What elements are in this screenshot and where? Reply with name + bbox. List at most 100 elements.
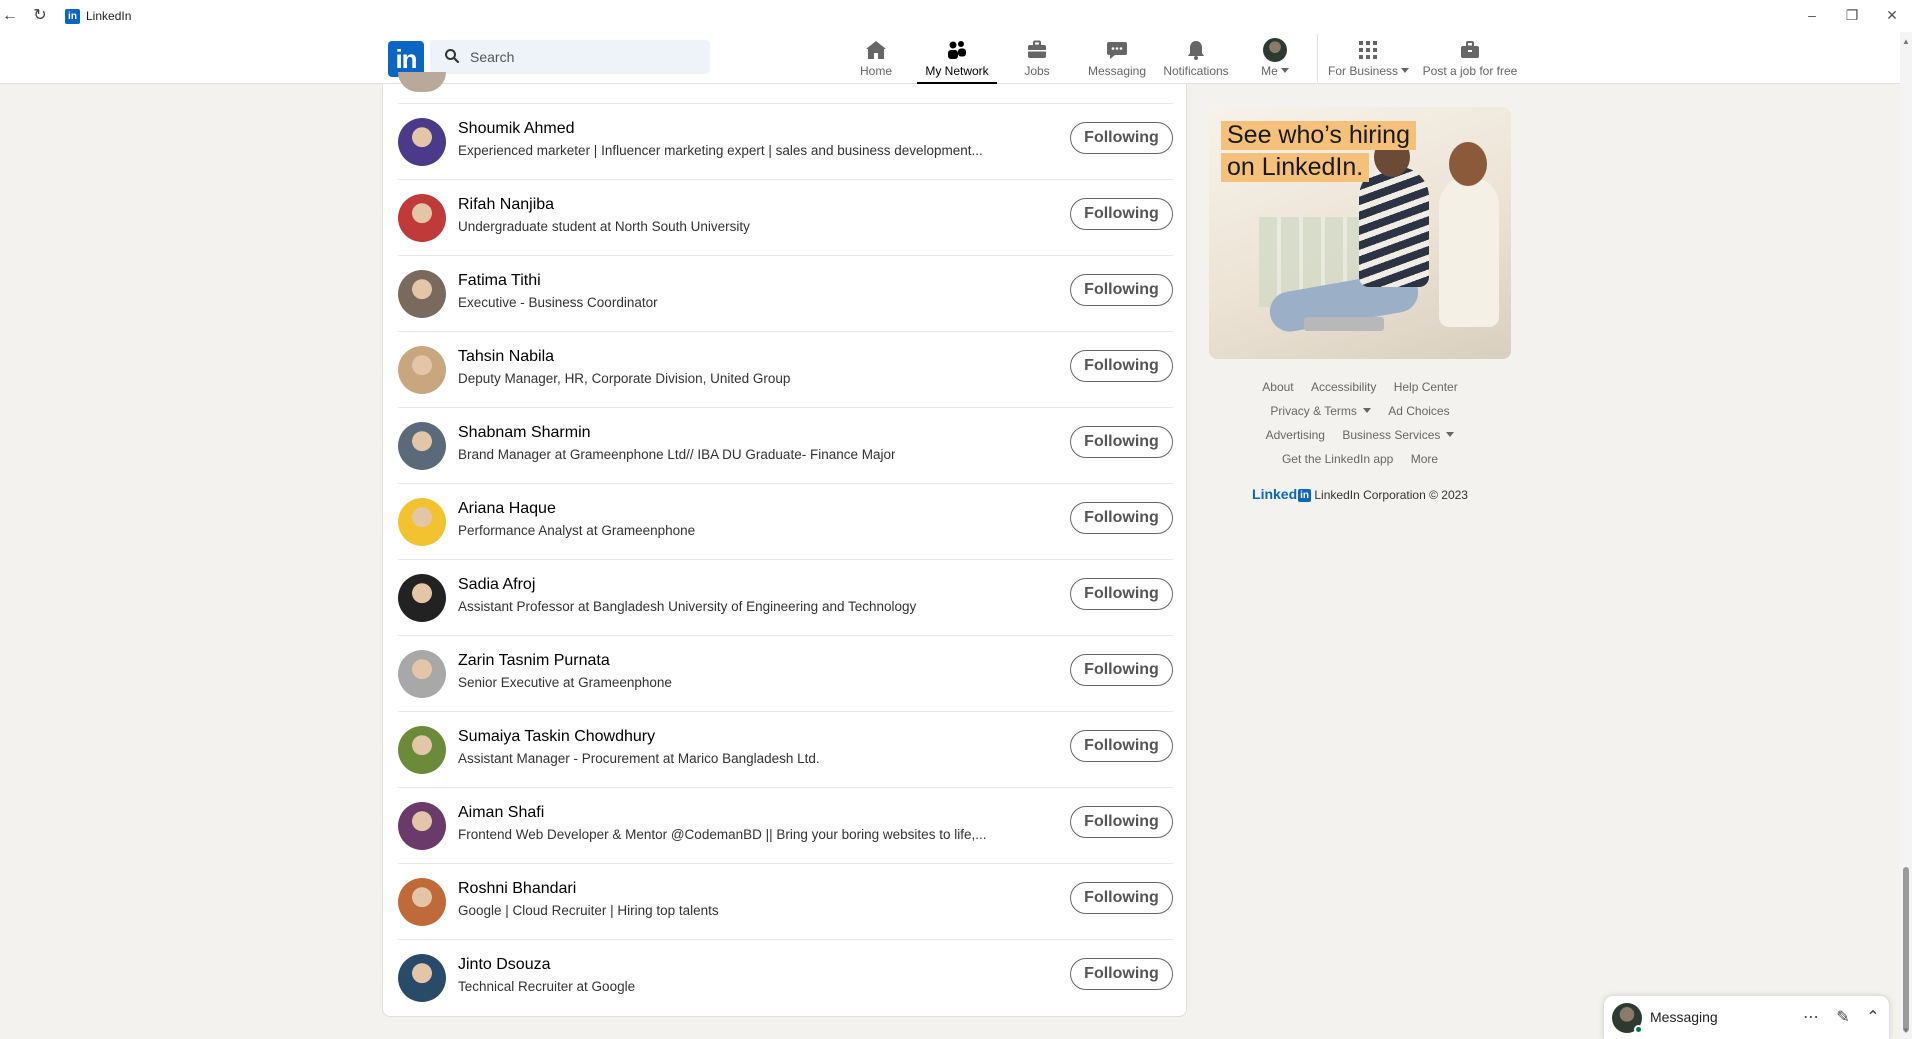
minimize-icon[interactable]: –: [1797, 4, 1827, 26]
footer-link-accessibility[interactable]: Accessibility: [1311, 380, 1376, 394]
following-button[interactable]: Following: [1070, 502, 1173, 534]
footer-link-privacy-terms[interactable]: Privacy & Terms: [1270, 404, 1371, 418]
list-item[interactable]: Fatima Tithi Executive - Business Coordin…: [398, 255, 1173, 331]
following-button[interactable]: Following: [1070, 274, 1173, 306]
nav-home[interactable]: Home: [857, 36, 895, 84]
person-name[interactable]: Sumaiya Taskin Chowdhury: [458, 728, 655, 746]
avatar[interactable]: [398, 878, 446, 926]
footer-link-about[interactable]: About: [1262, 380, 1293, 394]
nav-jobs[interactable]: Jobs: [1019, 36, 1055, 84]
scrollbar-thumb[interactable]: [1903, 867, 1909, 1032]
scroll-up-icon[interactable]: ▲: [1902, 38, 1910, 46]
person-name[interactable]: Zarin Tasnim Purnata: [458, 652, 610, 670]
list-item[interactable]: Jinto Dsouza Technical Recruiter at Googl…: [398, 939, 1173, 1015]
search-box[interactable]: [430, 40, 710, 74]
following-button[interactable]: Following: [1070, 958, 1173, 990]
chevron-up-icon[interactable]: ⌃: [1862, 1007, 1884, 1029]
nav-my-network-label: My Network: [925, 64, 989, 78]
nav-me-label: Me: [1257, 64, 1293, 78]
person-name[interactable]: Aiman Shafi: [458, 804, 544, 822]
following-button[interactable]: Following: [1070, 882, 1173, 914]
list-item[interactable]: Shabnam Sharmin Brand Manager at Grameenp…: [398, 407, 1173, 483]
person-name[interactable]: Jinto Dsouza: [458, 956, 551, 974]
nav-me[interactable]: Me: [1257, 36, 1293, 84]
search-input[interactable]: [470, 40, 700, 74]
restore-icon[interactable]: ❐: [1837, 4, 1867, 26]
scroll-down-icon[interactable]: ▼: [1902, 1027, 1910, 1035]
list-item[interactable]: Rifah Nanjiba Undergraduate student at No…: [398, 179, 1173, 255]
following-button[interactable]: Following: [1070, 350, 1173, 382]
copyright-row: Linked in LinkedIn Corporation © 2023: [1209, 486, 1511, 502]
business-services-text: Business Services: [1342, 428, 1441, 442]
copyright-text: LinkedIn Corporation © 2023: [1314, 488, 1468, 502]
person-name[interactable]: Sadia Afroj: [458, 576, 535, 594]
footer-row: Privacy & Terms Ad Choices: [1209, 402, 1511, 426]
person-name[interactable]: Ariana Haque: [458, 500, 556, 518]
footer-link-advertising[interactable]: Advertising: [1266, 428, 1325, 442]
following-button[interactable]: Following: [1070, 578, 1173, 610]
following-button[interactable]: Following: [1070, 730, 1173, 762]
person-name[interactable]: Roshni Bhandari: [458, 880, 576, 898]
nav-my-network[interactable]: My Network: [917, 36, 997, 84]
hiring-ad-banner[interactable]: See who’s hiring on LinkedIn.: [1209, 107, 1511, 359]
refresh-icon[interactable]: ↻: [30, 6, 50, 26]
footer-link-ad-choices[interactable]: Ad Choices: [1388, 404, 1449, 418]
list-item[interactable]: Sumaiya Taskin Chowdhury Assistant Manage…: [398, 711, 1173, 787]
avatar[interactable]: [398, 802, 446, 850]
list-item[interactable]: Tahsin Nabila Deputy Manager, HR, Corpora…: [398, 331, 1173, 407]
home-icon: [866, 41, 886, 59]
avatar[interactable]: [398, 270, 446, 318]
list-item[interactable]: Roshni Bhandari Google | Cloud Recruiter …: [398, 863, 1173, 939]
page-scrollbar[interactable]: ▲ ▼: [1900, 32, 1912, 1039]
avatar[interactable]: [398, 650, 446, 698]
avatar[interactable]: [398, 498, 446, 546]
messaging-overlay-bar[interactable]: Messaging ⋯ ✎ ⌃: [1603, 995, 1890, 1039]
nav-post-job-label: Post a job for free: [1422, 64, 1518, 78]
nav-for-business[interactable]: For Business: [1328, 36, 1410, 84]
list-item[interactable]: Shoumik Ahmed Experienced marketer | Infl…: [398, 103, 1173, 179]
previous-avatar-partial: [398, 72, 446, 92]
ad-laptop-graphic: [1304, 317, 1384, 331]
linkedin-wordmark: Linked in: [1252, 486, 1312, 502]
following-button[interactable]: Following: [1070, 806, 1173, 838]
nav-post-job[interactable]: Post a job for free: [1420, 36, 1520, 84]
wordmark-text: Linked: [1252, 486, 1298, 502]
list-item[interactable]: Aiman Shafi Frontend Web Developer & Ment…: [398, 787, 1173, 863]
ad-headline-line1: See who’s hiring: [1221, 121, 1416, 150]
following-button[interactable]: Following: [1070, 426, 1173, 458]
following-button[interactable]: Following: [1070, 198, 1173, 230]
nav-notifications[interactable]: Notifications: [1161, 36, 1231, 84]
compose-icon[interactable]: ✎: [1832, 1007, 1854, 1029]
person-name[interactable]: Shabnam Sharmin: [458, 424, 591, 442]
network-icon: [948, 41, 966, 59]
avatar[interactable]: [398, 954, 446, 1002]
footer-link-more[interactable]: More: [1411, 452, 1438, 466]
nav-notifications-label: Notifications: [1163, 64, 1229, 78]
person-name[interactable]: Tahsin Nabila: [458, 348, 554, 366]
avatar[interactable]: [398, 574, 446, 622]
list-item[interactable]: Zarin Tasnim Purnata Senior Executive at …: [398, 635, 1173, 711]
avatar[interactable]: [398, 194, 446, 242]
following-button[interactable]: Following: [1070, 654, 1173, 686]
person-name[interactable]: Fatima Tithi: [458, 272, 541, 290]
ad-person-graphic: [1359, 167, 1429, 287]
grid-icon: [1359, 41, 1377, 59]
footer-link-business-services[interactable]: Business Services: [1342, 428, 1455, 442]
person-headline: Frontend Web Developer & Mentor @Codeman…: [458, 827, 987, 842]
person-name[interactable]: Shoumik Ahmed: [458, 120, 575, 138]
avatar[interactable]: [398, 346, 446, 394]
avatar[interactable]: [398, 118, 446, 166]
online-status-icon: [1634, 1025, 1643, 1034]
person-name[interactable]: Rifah Nanjiba: [458, 196, 554, 214]
avatar[interactable]: [398, 422, 446, 470]
following-button[interactable]: Following: [1070, 122, 1173, 154]
avatar[interactable]: [398, 726, 446, 774]
footer-link-help-center[interactable]: Help Center: [1394, 380, 1458, 394]
list-item[interactable]: Sadia Afroj Assistant Professor at Bangla…: [398, 559, 1173, 635]
nav-messaging[interactable]: Messaging: [1087, 36, 1147, 84]
more-options-icon[interactable]: ⋯: [1800, 1007, 1822, 1029]
close-icon[interactable]: ✕: [1877, 4, 1907, 26]
back-arrow-icon[interactable]: ←: [0, 6, 20, 26]
list-item[interactable]: Ariana Haque Performance Analyst at Grame…: [398, 483, 1173, 559]
footer-link-get-app[interactable]: Get the LinkedIn app: [1282, 452, 1393, 466]
